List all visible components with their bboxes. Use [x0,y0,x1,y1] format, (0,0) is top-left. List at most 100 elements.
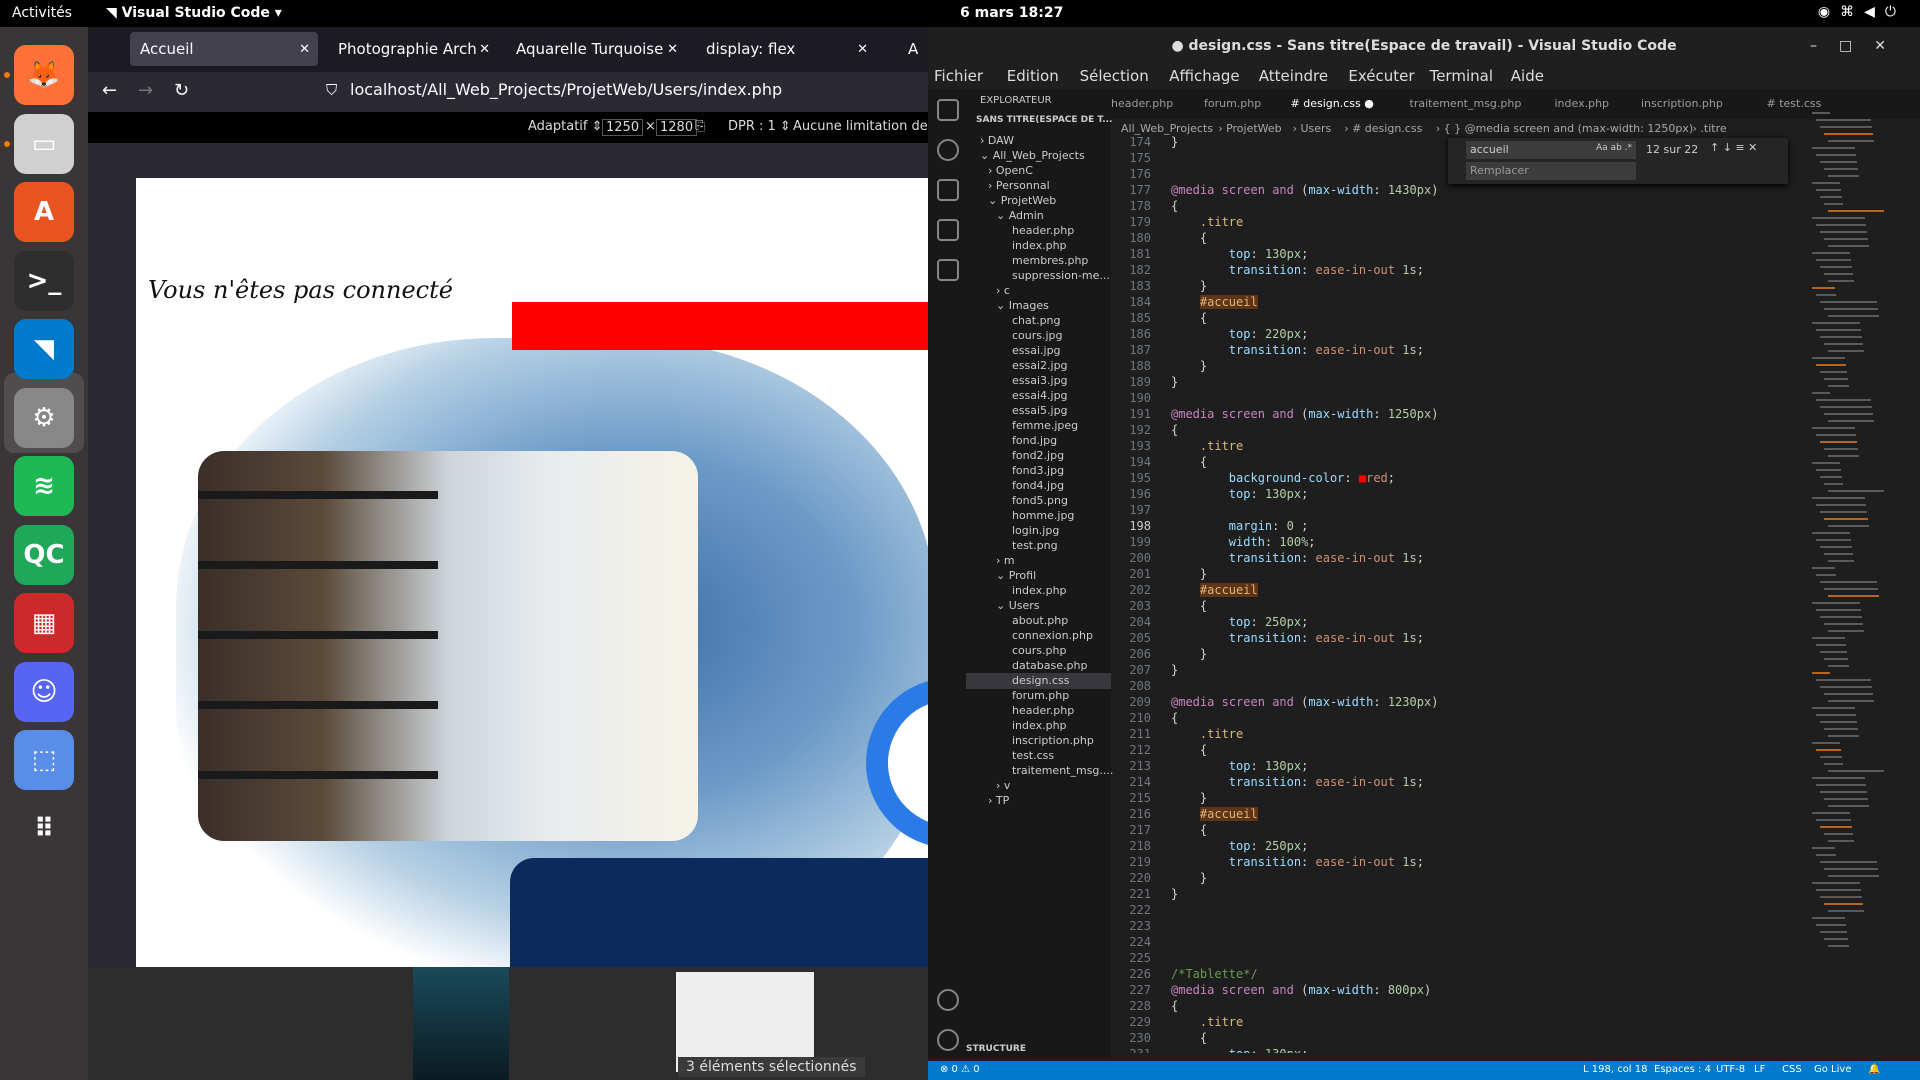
editor-tab[interactable]: header.php [1111,97,1173,110]
tree-item[interactable]: ⌄ Profil [996,569,1036,582]
find-input[interactable]: accueil Aa ab .* [1466,141,1636,159]
account-icon[interactable] [937,989,959,1011]
code-line[interactable]: } [1171,887,1178,901]
files-icon[interactable]: ▭ [14,113,74,174]
code-line[interactable]: } [1171,871,1207,885]
tree-item[interactable]: essai2.jpg [1012,359,1068,372]
tree-item[interactable]: traitement_msg.... [1012,764,1113,777]
tree-item[interactable]: fond.jpg [1012,434,1057,447]
desk-thumbnail[interactable] [413,967,509,1080]
tree-item[interactable]: ⌄ All_Web_Projects [980,149,1085,162]
code-line[interactable]: background-color: ■red; [1171,471,1395,485]
code-line[interactable]: transition: ease-in-out 1s; [1171,855,1424,869]
tree-item[interactable]: index.php [1012,719,1067,732]
find-nav-icons[interactable]: ↑ ↓ ≡ ✕ [1710,141,1757,154]
cursor-position[interactable]: L 198, col 18 [1583,1064,1648,1075]
encoding[interactable]: UTF-8 [1716,1064,1745,1075]
tree-item[interactable]: essai3.jpg [1012,374,1068,387]
browser-tab[interactable]: Aquarelle Turquoise ✕ [506,32,686,66]
code-line[interactable]: { [1171,423,1178,437]
app-menu[interactable]: ◥ Visual Studio Code ▾ [106,5,282,21]
back-icon[interactable]: ← [102,80,117,101]
code-line[interactable]: transition: ease-in-out 1s; [1171,551,1424,565]
menu-aide[interactable]: Aide [1511,67,1544,85]
problems-count[interactable]: ⊗ 0 ⚠ 0 [940,1064,980,1075]
breadcrumb-item[interactable]: › { } @media screen and (max-width: 1250… [1436,122,1693,135]
tree-item[interactable]: header.php [1012,704,1074,717]
tree-item[interactable]: › DAW [980,134,1014,147]
tree-item[interactable]: about.php [1012,614,1068,627]
code-line[interactable]: { [1171,311,1207,325]
code-line[interactable]: .titre [1171,727,1243,741]
code-line[interactable]: } [1171,647,1207,661]
vscode-icon[interactable]: ◥ [14,319,74,379]
code-line[interactable]: { [1171,743,1207,757]
code-line[interactable]: .titre [1171,215,1243,229]
tree-item[interactable]: suppression-me... [1012,269,1110,282]
tree-item[interactable]: test.css [1012,749,1054,762]
tree-item[interactable]: cours.php [1012,644,1066,657]
tree-item[interactable]: login.jpg [1012,524,1059,537]
code-line[interactable]: @media screen and (max-width: 1250px) [1171,407,1438,421]
code-line[interactable]: top: 130px; [1171,487,1309,501]
spotify-icon[interactable]: ≋ [14,456,74,516]
code-line[interactable]: { [1171,199,1178,213]
eol[interactable]: LF [1754,1064,1765,1075]
code-line[interactable]: top: 250px; [1171,615,1309,629]
tree-item[interactable]: inscription.php [1012,734,1094,747]
tree-item[interactable]: header.php [1012,224,1074,237]
tree-item[interactable]: design.css [1012,674,1070,687]
tree-item[interactable]: ⌄ Users [996,599,1040,612]
tree-item[interactable]: essai5.jpg [1012,404,1068,417]
menu-affichage[interactable]: Affichage [1169,67,1239,85]
code-line[interactable]: transition: ease-in-out 1s; [1171,775,1424,789]
tree-item[interactable]: ⌄ Admin [996,209,1044,222]
menu-exécuter[interactable]: Exécuter [1348,67,1414,85]
code-line[interactable]: { [1171,1031,1207,1045]
code-line[interactable]: top: 130px; [1171,247,1309,261]
code-line[interactable]: } [1171,791,1207,805]
discord-icon[interactable]: ☺ [14,661,74,722]
code-line[interactable]: margin: 0 ; [1171,519,1309,533]
menu-terminal[interactable]: Terminal [1430,67,1493,85]
firefox-icon[interactable]: 🦊 [14,45,74,105]
code-editor[interactable]: 174} 175 176 177 @media screen and (max-widt… [1111,135,1731,1053]
editor-tab[interactable]: index.php [1555,97,1610,110]
code-line[interactable]: #accueil [1171,583,1258,597]
app-center-icon[interactable]: A [14,182,74,242]
tree-item[interactable]: › TP [988,794,1009,807]
tree-item[interactable]: connexion.php [1012,629,1093,642]
code-line[interactable]: transition: ease-in-out 1s; [1171,263,1424,277]
search-icon[interactable] [937,139,959,161]
terminal-icon[interactable]: >_ [14,250,74,311]
device-mode[interactable]: Adaptatif ⇕ [528,119,603,134]
code-line[interactable]: { [1171,711,1178,725]
browser-tab[interactable]: Photographie Archi ✕ [328,32,498,66]
browser-tab[interactable]: display: flex ✕ [696,32,876,66]
notifications-icon[interactable]: 🔔 [1868,1064,1880,1075]
code-line[interactable]: { [1171,599,1207,613]
tree-item[interactable]: essai4.jpg [1012,389,1068,402]
close-tab-icon[interactable]: ✕ [667,42,678,57]
code-line[interactable]: } [1171,135,1178,149]
explorer-icon[interactable] [937,99,959,121]
tree-item[interactable]: femme.jpeg [1012,419,1078,432]
tree-item[interactable]: homme.jpg [1012,509,1074,522]
breadcrumb-item[interactable]: › Users [1293,122,1332,135]
tree-item[interactable]: › Personnal [988,179,1050,192]
tree-item[interactable]: fond5.png [1012,494,1068,507]
tree-item[interactable]: ⌄ ProjetWeb [988,194,1056,207]
tree-item[interactable]: › v [996,779,1010,792]
tree-item[interactable]: index.php [1012,239,1067,252]
code-line[interactable]: top: 250px; [1171,839,1309,853]
activities-button[interactable]: Activités [12,5,72,21]
code-line[interactable]: { [1171,999,1178,1013]
editor-tab[interactable]: # test.css [1767,97,1822,110]
code-line[interactable]: transition: ease-in-out 1s; [1171,631,1424,645]
tree-item[interactable]: fond3.jpg [1012,464,1064,477]
tree-item[interactable]: forum.php [1012,689,1069,702]
match-options-icon[interactable]: Aa ab .* [1596,143,1632,153]
code-line[interactable]: } [1171,279,1207,293]
go-live-button[interactable]: Go Live [1814,1064,1851,1075]
tree-item[interactable]: chat.png [1012,314,1061,327]
